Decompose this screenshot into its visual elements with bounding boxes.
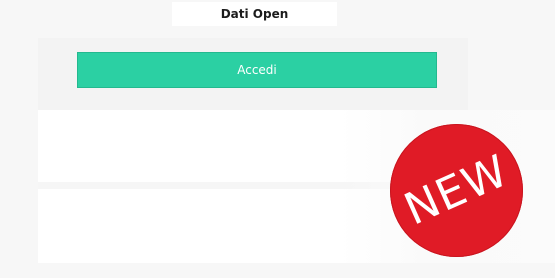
login-button[interactable]: Accedi: [77, 52, 437, 88]
tab-dati-open[interactable]: Dati Open: [172, 2, 337, 26]
tab-label: Dati Open: [220, 7, 289, 21]
login-button-label: Accedi: [237, 63, 277, 77]
new-badge: NEW: [390, 124, 523, 257]
